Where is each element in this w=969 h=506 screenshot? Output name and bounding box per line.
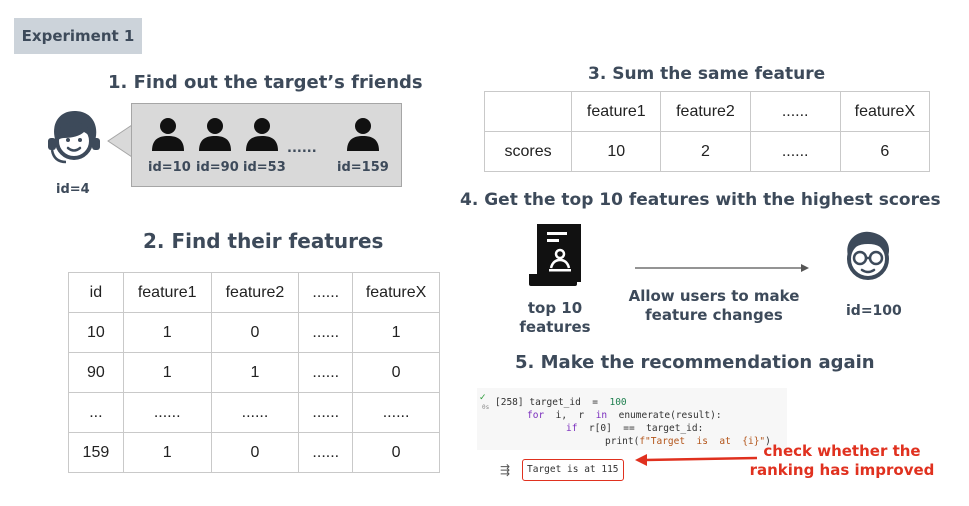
friend-id: id=159: [337, 160, 389, 175]
table-cell: 1: [210, 352, 300, 393]
cell-run-time: 0s: [482, 404, 490, 411]
table-cell: 0: [352, 352, 440, 393]
table-header-cell: ......: [749, 91, 841, 132]
friend-id: id=10: [148, 160, 191, 175]
friend-icon: [246, 118, 278, 151]
table-header-cell: feature1: [122, 272, 212, 313]
step5-title: 5. Make the recommendation again: [515, 352, 875, 373]
table-row: 159 1 0 ...... 0: [68, 432, 440, 473]
table-row: ... ...... ...... ...... ......: [68, 392, 440, 433]
recommend-user-id: id=100: [846, 303, 902, 319]
table-cell: ......: [298, 312, 354, 353]
output-toggle-icon[interactable]: ⇶: [500, 463, 510, 477]
code-token: =: [592, 397, 599, 408]
recommend-user-icon: [847, 231, 890, 280]
table-cell: ...: [68, 392, 124, 433]
table-cell: 2: [660, 131, 751, 172]
table-header-row: id feature1 feature2 ...... featureX: [68, 272, 440, 313]
table-cell: 90: [68, 352, 124, 393]
friend-icon: [347, 118, 379, 151]
table-cell: ......: [749, 131, 841, 172]
document-icon: [529, 224, 581, 286]
table-header-cell: [483, 91, 573, 132]
table-header-cell: featureX: [352, 272, 440, 313]
friend-id: id=53: [243, 160, 286, 175]
target-user-icon: [48, 110, 100, 164]
table-cell: ......: [122, 392, 212, 433]
friend-icon: [199, 118, 231, 151]
friends-ellipsis: ......: [287, 141, 317, 156]
friend-id: id=90: [196, 160, 239, 175]
code-token: if: [566, 423, 578, 434]
table-cell: 0: [210, 312, 300, 353]
table-header-cell: feature2: [210, 272, 300, 313]
table-header-row: feature1 feature2 ...... featureX: [483, 91, 931, 132]
table-cell: 10: [571, 131, 662, 172]
table-cell: ......: [298, 392, 354, 433]
highlight-arrow-icon: [635, 454, 758, 466]
table-row: 90 1 1 ...... 0: [68, 352, 440, 393]
cell-number: [258]: [495, 397, 524, 408]
experiment-tag: Experiment 1: [14, 18, 142, 54]
table-cell: ......: [298, 432, 354, 473]
step3-title: 3. Sum the same feature: [588, 64, 826, 84]
code-token: target_id: [529, 397, 581, 408]
code-token: 100: [609, 397, 627, 408]
code-line-1: [258] target_id = 100: [495, 397, 627, 408]
table-cell: scores: [483, 131, 573, 172]
table-header-cell: ......: [298, 272, 354, 313]
code-token: i, r: [555, 410, 585, 421]
table-cell: 0: [210, 432, 300, 473]
scores-table: feature1 feature2 ...... featureX scores…: [483, 91, 931, 172]
table-cell: ......: [352, 392, 440, 433]
flow-arrow-icon: [635, 264, 809, 272]
table-cell: ......: [298, 352, 354, 393]
table-header-cell: id: [68, 272, 124, 313]
improvement-note: check whether the ranking has improved: [749, 442, 935, 479]
table-header-cell: feature2: [660, 91, 751, 132]
table-cell: 1: [122, 352, 212, 393]
code-token: for: [527, 410, 545, 421]
code-token: r[0] == target_id:: [588, 423, 704, 434]
table-cell: 0: [352, 432, 440, 473]
table-header-cell: featureX: [839, 91, 931, 132]
step1-title: 1. Find out the target’s friends: [108, 72, 423, 93]
step4-title: 4. Get the top 10 features with the high…: [460, 190, 941, 210]
table-cell: 10: [68, 312, 124, 353]
features-table: id feature1 feature2 ...... featureX 10 …: [68, 272, 440, 473]
step2-title: 2. Find their features: [143, 229, 384, 253]
code-token: in: [595, 410, 608, 421]
cell-run-check-icon: ✓: [479, 393, 487, 403]
table-cell: 1: [122, 432, 212, 473]
cell-output: Target is at 115: [522, 459, 624, 481]
table-header-cell: feature1: [571, 91, 662, 132]
code-line-3: if r[0] == target_id:: [566, 423, 703, 434]
table-cell: 6: [839, 131, 931, 172]
table-cell: ......: [210, 392, 300, 433]
friend-icon: [152, 118, 184, 151]
code-token: enumerate(result):: [618, 410, 722, 421]
target-user-id: id=4: [56, 182, 90, 197]
table-cell: 1: [352, 312, 440, 353]
feature-change-label: Allow users to make feature changes: [628, 287, 800, 324]
top-features-label: top 10 features: [519, 299, 591, 336]
code-token: print(: [605, 436, 640, 447]
table-row: scores 10 2 ...... 6: [483, 131, 931, 172]
table-cell: 159: [68, 432, 124, 473]
speech-bubble-tail: [107, 124, 134, 158]
table-cell: 1: [122, 312, 212, 353]
table-row: 10 1 0 ...... 1: [68, 312, 440, 353]
code-line-2: for i, r in enumerate(result):: [527, 410, 722, 421]
